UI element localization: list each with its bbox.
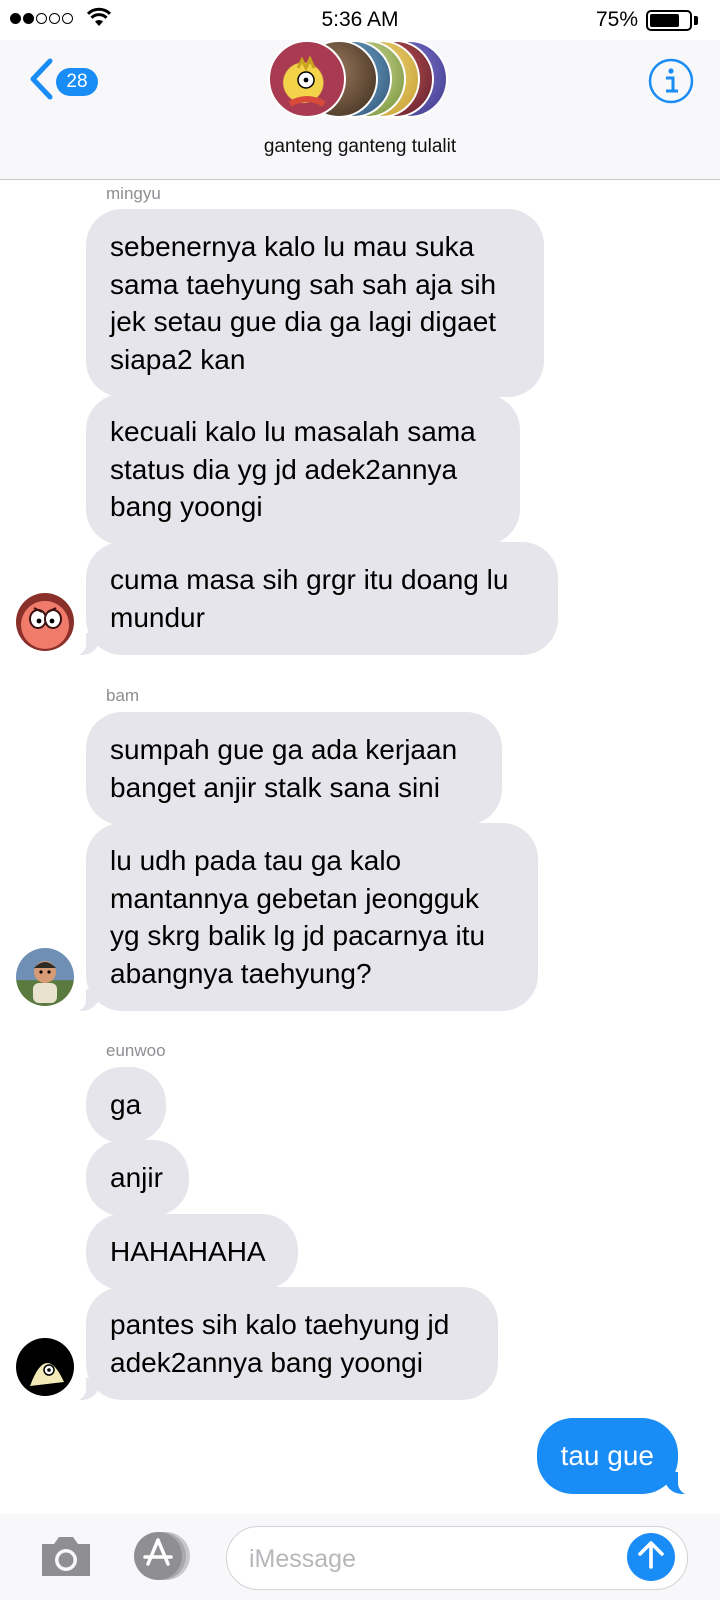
battery-nub — [694, 16, 698, 25]
app-store-icon — [128, 1532, 194, 1586]
group-avatar-stack[interactable] — [268, 40, 458, 122]
back-button[interactable]: 28 — [28, 58, 98, 105]
message-bubble[interactable]: sumpah gue ga ada kerjaan banget anjir s… — [86, 712, 502, 825]
camera-icon — [38, 1537, 94, 1584]
outgoing-message-bubble[interactable]: tau gue — [536, 1418, 697, 1494]
message-bubble[interactable]: pantes sih kalo taehyung jd adek2annya b… — [68, 1287, 498, 1401]
sender-name: mingyu — [106, 184, 161, 203]
avatar-mingyu[interactable] — [16, 593, 74, 651]
battery-icon — [646, 10, 692, 31]
camera-button[interactable] — [38, 1532, 94, 1585]
message-bubble[interactable]: cuma masa sih grgr itu doang lu mundur — [68, 542, 558, 656]
compose-bar — [0, 1514, 720, 1600]
message-input[interactable] — [249, 1541, 609, 1577]
avatar-bam[interactable] — [16, 948, 74, 1006]
group-name: ganteng ganteng tulalit — [263, 136, 457, 157]
battery-percentage: 75% — [595, 8, 638, 31]
unread-count-badge: 28 — [56, 67, 98, 96]
chevron-left-icon — [28, 58, 54, 105]
message-bubble[interactable]: kecuali kalo lu masalah sama status dia … — [86, 394, 520, 545]
message-bubble[interactable]: lu udh pada tau ga kalo mantannya gebeta… — [68, 823, 538, 1012]
avatar-eunwoo[interactable] — [16, 1338, 74, 1396]
info-icon — [648, 58, 694, 108]
message-field[interactable] — [226, 1526, 688, 1590]
message-bubble[interactable]: sebenernya kalo lu mau suka sama taehyun… — [86, 209, 544, 397]
message-bubble[interactable]: ga — [86, 1067, 166, 1143]
conversation-header: 28 ganteng ganteng tulalit — [0, 40, 720, 180]
sender-name: eunwoo — [106, 1041, 166, 1060]
status-bar: 5:36 AM 75% — [0, 0, 720, 40]
message-bubble[interactable]: HAHAHAHA — [86, 1214, 298, 1290]
sender-name: bam — [106, 686, 140, 705]
message-bubble[interactable]: anjir — [86, 1140, 189, 1216]
app-store-button[interactable] — [128, 1530, 194, 1587]
message-thread[interactable]: mingyu sebenernya kalo lu mau suka sama … — [0, 181, 720, 1514]
send-button[interactable] — [627, 1533, 675, 1581]
group-member-avatar — [268, 40, 346, 118]
battery-level — [650, 14, 679, 27]
arrow-up-icon — [636, 1539, 666, 1576]
info-button[interactable] — [648, 58, 694, 109]
